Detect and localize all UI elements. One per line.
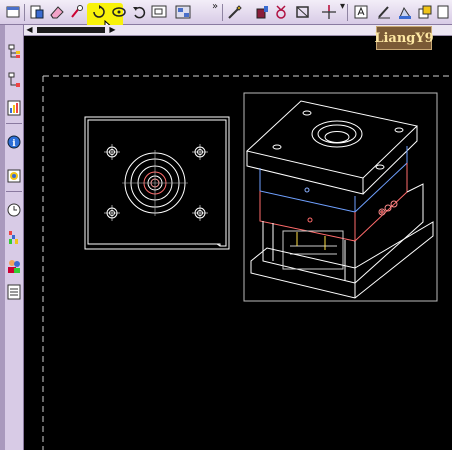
erase-icon[interactable] bbox=[48, 3, 66, 21]
watermark-label: LiangY9 bbox=[374, 26, 434, 50]
rotate-view-icon[interactable] bbox=[90, 3, 108, 21]
left-toolbar: i bbox=[0, 25, 24, 450]
toolbar-overflow-icon[interactable]: » bbox=[212, 2, 218, 12]
hierarchy-icon[interactable] bbox=[6, 71, 22, 89]
drawing-canvas[interactable] bbox=[25, 36, 452, 450]
list-icon[interactable] bbox=[6, 283, 22, 301]
toolbar-dropdown-icon[interactable]: ▾ bbox=[340, 2, 345, 12]
crosshair-icon[interactable] bbox=[320, 3, 338, 21]
modify-icon[interactable] bbox=[272, 3, 290, 21]
chart-icon[interactable] bbox=[6, 99, 22, 117]
new-file-icon[interactable] bbox=[4, 3, 22, 21]
svg-text:i: i bbox=[12, 139, 16, 149]
text-edit-icon[interactable] bbox=[352, 3, 370, 21]
drawing-frame bbox=[42, 75, 452, 450]
isometric-mold-drawing[interactable] bbox=[243, 92, 438, 302]
scroll-left-icon[interactable]: ◀ bbox=[24, 25, 35, 35]
pen-draw-icon[interactable] bbox=[226, 3, 244, 21]
palette-icon[interactable] bbox=[6, 229, 22, 247]
top-view-drawing[interactable] bbox=[84, 116, 230, 250]
stamp-icon[interactable] bbox=[396, 3, 414, 21]
scroll-right-icon[interactable]: ▶ bbox=[107, 25, 118, 35]
color-icon[interactable] bbox=[6, 167, 22, 185]
redraw-icon[interactable] bbox=[68, 3, 86, 21]
tree-icon[interactable] bbox=[6, 43, 22, 61]
pan-view-icon[interactable] bbox=[110, 3, 128, 21]
clock-icon[interactable] bbox=[6, 201, 22, 219]
layout-icon[interactable] bbox=[174, 3, 192, 21]
undo-view-icon[interactable] bbox=[130, 3, 148, 21]
copy-icon[interactable] bbox=[416, 3, 434, 21]
edit-pencil-icon[interactable] bbox=[375, 3, 393, 21]
users-icon[interactable] bbox=[6, 257, 22, 275]
scrollbar-thumb[interactable] bbox=[37, 27, 105, 33]
view-window-icon[interactable] bbox=[150, 3, 168, 21]
open-file-icon[interactable] bbox=[28, 3, 46, 21]
paint-icon[interactable] bbox=[253, 3, 271, 21]
frame-icon[interactable] bbox=[294, 3, 312, 21]
main-toolbar: » ▾ bbox=[0, 0, 452, 34]
page-icon[interactable] bbox=[434, 3, 452, 21]
info-icon[interactable]: i bbox=[6, 133, 22, 151]
